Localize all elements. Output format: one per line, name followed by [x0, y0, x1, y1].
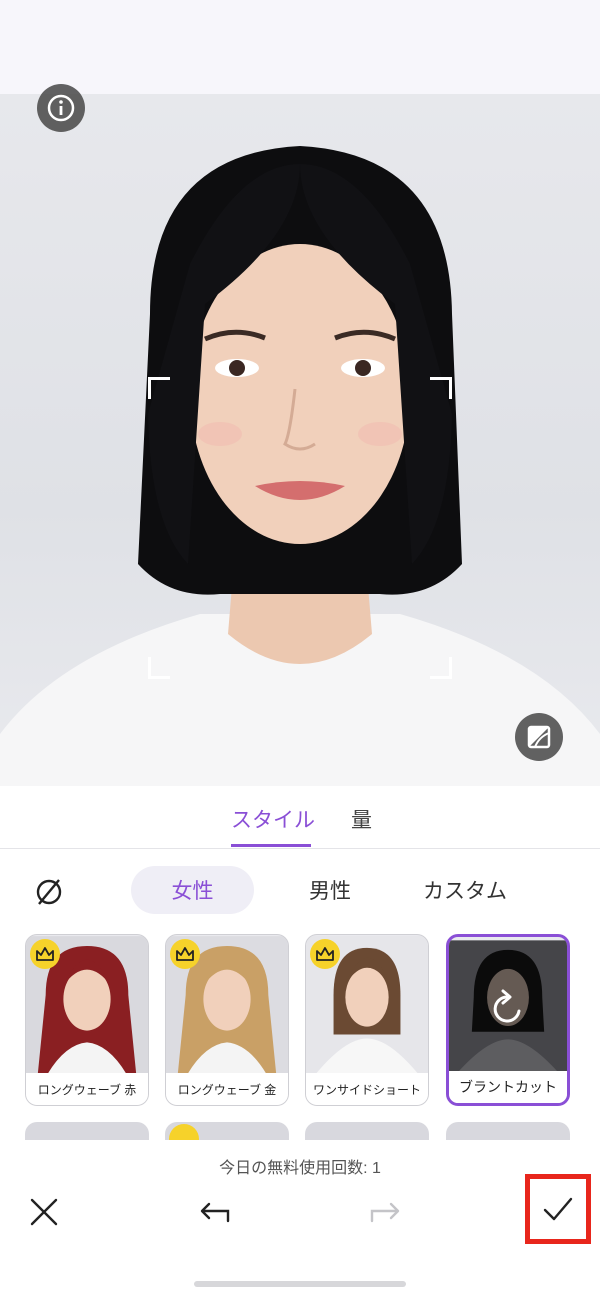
category-male[interactable]: 男性 [280, 866, 380, 914]
premium-crown-icon [30, 939, 60, 969]
check-icon [543, 1197, 573, 1221]
style-card-long-wave-red[interactable]: ロングウェーブ 赤 [25, 934, 149, 1106]
category-custom[interactable]: カスタム [410, 866, 520, 914]
premium-crown-icon [310, 939, 340, 969]
style-card-long-wave-gold[interactable]: ロングウェーブ 金 [165, 934, 289, 1106]
tab-style[interactable]: スタイル [231, 804, 315, 834]
reload-icon [493, 989, 521, 1023]
photo-preview [0, 94, 600, 786]
close-icon [30, 1198, 58, 1226]
compare-button[interactable] [515, 713, 563, 761]
confirm-button[interactable] [525, 1174, 591, 1244]
style-card-one-side-short[interactable]: ワンサイドショート [305, 934, 429, 1106]
face-frame-corner-top-left [148, 377, 170, 399]
redo-icon [370, 1202, 400, 1223]
premium-crown-icon [170, 939, 200, 969]
style-label: ワンサイドショート [306, 1073, 428, 1105]
category-female[interactable]: 女性 [131, 866, 254, 914]
free-usage-count: 今日の無料使用回数: 1 [219, 1160, 381, 1177]
close-button[interactable] [24, 1192, 64, 1232]
portrait-image [0, 146, 600, 786]
compare-icon [527, 725, 551, 749]
active-tab-indicator [231, 844, 311, 847]
tab-volume[interactable]: 量 [351, 804, 372, 834]
top-bar [0, 0, 600, 94]
style-label: ブラントカット [449, 1071, 567, 1103]
undo-button[interactable] [195, 1192, 235, 1232]
face-frame-corner-bottom-left [148, 657, 170, 679]
style-label: ロングウェーブ 金 [166, 1073, 288, 1105]
face-frame-corner-bottom-right [430, 657, 452, 679]
redo-button[interactable] [365, 1192, 405, 1232]
none-icon[interactable] [32, 875, 66, 909]
info-button[interactable] [37, 84, 85, 132]
home-indicator [194, 1281, 406, 1287]
style-card-blunt-cut[interactable]: ブラントカット [446, 934, 570, 1106]
info-icon [47, 94, 75, 122]
undo-icon [200, 1202, 230, 1223]
edit-mode-tabs: スタイル 量 [0, 786, 600, 849]
bottom-toolbar: 今日の無料使用回数: 1 [0, 1140, 600, 1301]
face-frame-corner-top-right [430, 377, 452, 399]
category-row: 女性 男性 カスタム [0, 850, 600, 930]
style-label: ロングウェーブ 赤 [26, 1073, 148, 1105]
